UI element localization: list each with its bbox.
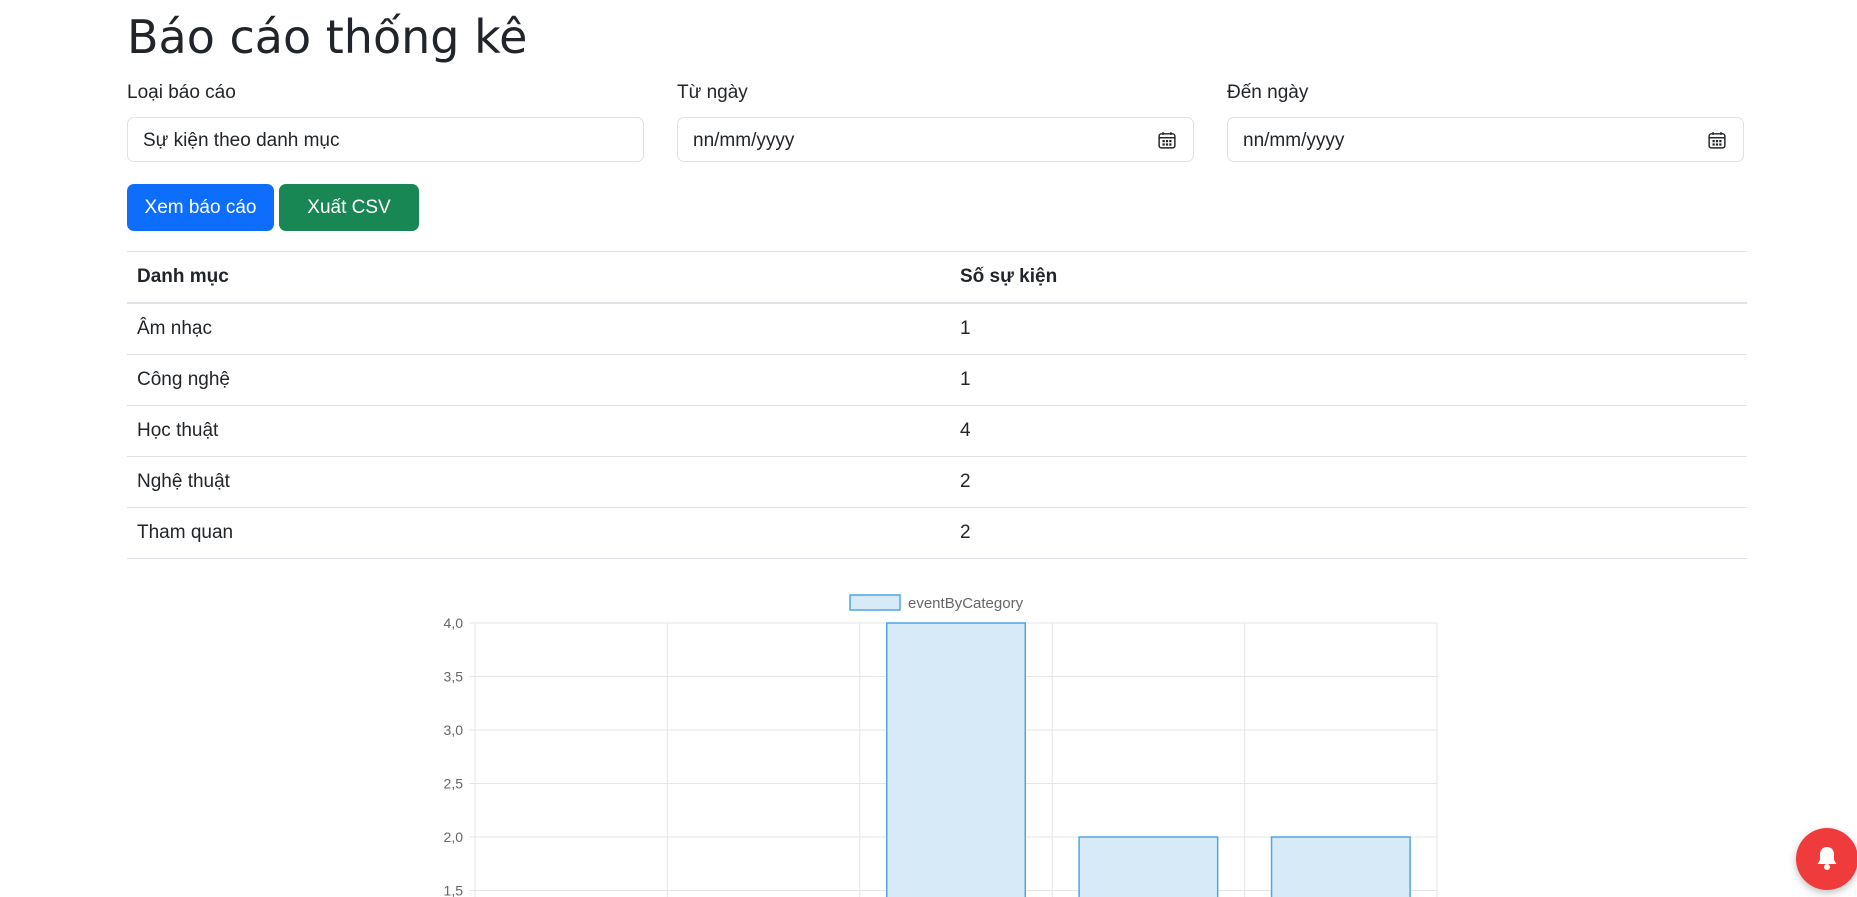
y-tick-label: 4,0 (444, 615, 464, 631)
report-filters: Loại báo cáo Sự kiện theo danh mục Từ ng… (127, 80, 1747, 164)
from-date-group: Từ ngày nn/mm/yyyy (677, 80, 1196, 162)
table-header-row: Danh mục Số sự kiện (127, 251, 1747, 304)
category-cell: Âm nhạc (127, 302, 950, 355)
calendar-icon[interactable] (1708, 131, 1726, 149)
count-cell: 1 (950, 302, 1747, 355)
bar (885, 622, 1027, 897)
table-row: Công nghệ 1 (127, 354, 1747, 406)
notification-button[interactable] (1796, 828, 1857, 890)
table-row: Học thuật 4 (127, 405, 1747, 457)
from-date-input[interactable]: nn/mm/yyyy (677, 117, 1194, 162)
to-date-placeholder: nn/mm/yyyy (1243, 130, 1345, 151)
to-date-group: Đến ngày nn/mm/yyyy (1227, 80, 1746, 162)
view-report-button[interactable]: Xem báo cáo (127, 184, 274, 231)
report-type-value: Sự kiện theo danh mục (143, 130, 340, 151)
table-row: Tham quan 2 (127, 507, 1747, 559)
bar (1078, 836, 1219, 897)
from-date-label: Từ ngày (677, 82, 748, 103)
column-header-category: Danh mục (127, 251, 950, 304)
y-tick-label: 2,0 (444, 829, 464, 845)
export-csv-button[interactable]: Xuất CSV (279, 184, 419, 231)
category-cell: Công nghệ (127, 354, 950, 406)
category-cell: Học thuật (127, 405, 950, 457)
to-date-input[interactable]: nn/mm/yyyy (1227, 117, 1744, 162)
bell-icon (1817, 847, 1837, 870)
y-tick-label: 3,5 (444, 669, 464, 685)
bar-chart-svg: 4,0 3,5 3,0 2,5 2,0 1,5 eventByCategory (444, 594, 1438, 897)
legend-swatch (849, 594, 901, 611)
report-table: Danh mục Số sự kiện Âm nhạc 1 Công nghệ … (127, 251, 1747, 559)
column-header-count: Số sự kiện (950, 251, 1747, 304)
from-date-placeholder: nn/mm/yyyy (693, 130, 795, 151)
y-tick-label: 3,0 (444, 722, 464, 738)
table-row: Âm nhạc 1 (127, 302, 1747, 355)
page-title: Báo cáo thống kê (127, 10, 528, 64)
report-type-label: Loại báo cáo (127, 82, 236, 103)
bar (1270, 836, 1411, 897)
category-cell: Nghệ thuật (127, 456, 950, 508)
category-cell: Tham quan (127, 507, 950, 559)
calendar-icon[interactable] (1158, 131, 1176, 149)
to-date-label: Đến ngày (1227, 82, 1309, 103)
count-cell: 1 (950, 354, 1747, 406)
event-by-category-chart: 4,0 3,5 3,0 2,5 2,0 1,5 eventByCategory (400, 586, 1480, 897)
report-type-select[interactable]: Sự kiện theo danh mục (127, 117, 644, 162)
count-cell: 4 (950, 405, 1747, 457)
legend-label: eventByCategory (908, 595, 1024, 612)
count-cell: 2 (950, 456, 1747, 508)
report-type-group: Loại báo cáo Sự kiện theo danh mục (127, 80, 646, 162)
y-tick-label: 2,5 (444, 776, 464, 792)
table-row: Nghệ thuật 2 (127, 456, 1747, 508)
count-cell: 2 (950, 507, 1747, 559)
y-tick-label: 1,5 (444, 883, 464, 897)
